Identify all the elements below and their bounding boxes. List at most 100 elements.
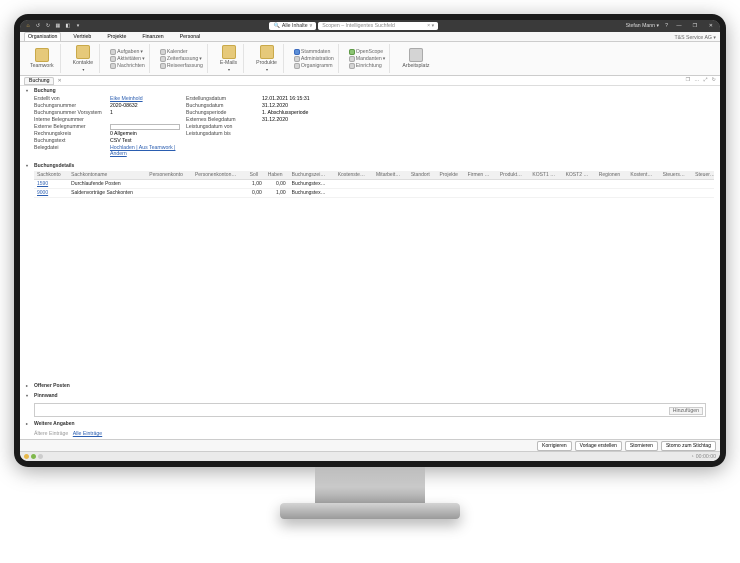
table-header[interactable]: Kostent… [627,171,659,180]
aufgaben-button[interactable]: Aufgaben ▾ [110,49,145,55]
status-dot-2[interactable] [31,454,36,459]
nachrichten-button[interactable]: Nachrichten [110,63,145,69]
table-header[interactable]: Regionen [596,171,628,180]
back-icon[interactable]: ↺ [34,23,42,29]
add-button[interactable]: Hinzufügen [669,407,703,415]
table-cell [408,189,437,198]
einrichtung-button[interactable]: Einrichtung [349,63,386,69]
form-label: Erstellt von [34,96,104,102]
table-cell [335,189,373,198]
table-cell: 1,00 [247,180,265,189]
aktivitaten-button[interactable]: Aktivitäten ▾ [110,56,145,62]
table-header[interactable]: Kostenste… [335,171,373,180]
table-cell [596,189,628,198]
travel-icon [160,63,166,69]
table-header[interactable]: Buchungszei… [289,171,335,180]
section-buchung[interactable]: Buchung [26,86,714,96]
section-pinnwand[interactable]: Pinnwand [26,391,714,401]
tool-icon-2[interactable]: … [694,77,699,84]
section-weitere[interactable]: Weitere Angaben [26,419,714,429]
table-header[interactable]: Soll [247,171,265,180]
table-header[interactable]: Sachkonto [34,171,68,180]
table-header[interactable]: Personenkonto [146,171,192,180]
pin-icon[interactable]: ◧ [64,23,72,29]
tool-icon-3[interactable]: ⤢ [703,77,707,84]
section-details[interactable]: Buchungsdetails [26,161,714,171]
section-offener[interactable]: Offener Posten [26,381,714,391]
table-cell [373,180,408,189]
table-header[interactable]: Projekte [437,171,465,180]
tab-vertrieb[interactable]: Vertrieb [69,32,95,41]
status-dot-3[interactable] [38,454,43,459]
mandanten-button[interactable]: Mandanten ▾ [349,56,386,62]
form-value [110,117,180,123]
table-header[interactable]: Haben [265,171,289,180]
table-header[interactable]: Mitarbeit… [373,171,408,180]
table-cell [563,180,596,189]
maximize-button[interactable]: ❐ [690,23,700,29]
emails-button[interactable]: E-Mails [218,45,239,72]
teamwork-button[interactable]: Teamwork [28,48,56,69]
minimize-button[interactable]: — [674,23,684,29]
stammdaten-button[interactable]: Stammdaten [294,49,334,55]
reiseerfassung-button[interactable]: Reiseerfassung [160,63,203,69]
status-dot-1[interactable] [24,454,29,459]
table-row[interactable]: 9000Saldenvorträge Sachkonten0,001,00Buc… [34,189,714,198]
forward-icon[interactable]: ↻ [44,23,52,29]
tool-icon-4[interactable]: ↻ [712,77,716,84]
home-icon[interactable]: ⌂ [24,23,32,29]
document-tab[interactable]: Buchung [24,77,54,85]
grid-icon[interactable]: ▦ [54,23,62,29]
user-menu[interactable]: Stefan Mann ▾ [626,23,659,29]
pinnwand-input[interactable]: Hinzufügen [34,403,706,417]
korrigieren-button[interactable]: Korrigieren [537,441,571,451]
tool-icon-1[interactable]: ❐ [686,77,691,84]
close-tab-icon[interactable]: ✕ [57,78,61,84]
administration-button[interactable]: Administration [294,56,334,62]
form-value[interactable]: Eike Meinhold [110,96,180,102]
org-icon [294,63,300,69]
dropdown-icon[interactable]: ▾ [74,23,82,29]
form-value [262,138,332,144]
search-input[interactable]: Scopen – Intelligentes Suchfeld × ▾ [318,22,438,30]
zeiterfassung-button[interactable]: Zeiterfassung ▾ [160,56,203,62]
tab-personal[interactable]: Personal [176,32,204,41]
table-header[interactable]: Personenkonton… [192,171,247,180]
vorlage-button[interactable]: Vorlage erstellen [575,441,622,451]
organigramm-button[interactable]: Organigramm [294,63,334,69]
openscope-button[interactable]: OpenScope [349,49,386,55]
table-header[interactable]: Steuers… [660,171,693,180]
stornieren-button[interactable]: Stornieren [625,441,658,451]
table-cell [497,180,530,189]
table-cell [627,189,659,198]
clear-icon[interactable]: × ▾ [427,23,434,29]
kontakte-button[interactable]: Kontakte [71,45,95,72]
company-selector[interactable]: T&S Service AG ▾ [674,35,716,41]
storno-stichtag-button[interactable]: Storno zum Stichtag [661,441,716,451]
tab-projekte[interactable]: Projekte [103,32,130,41]
kalender-button[interactable]: Kalender [160,49,203,55]
form-label [186,145,256,157]
tab-organisation[interactable]: Organisation [24,32,61,41]
table-cell: 1590 [34,180,68,189]
table-header[interactable]: Standort [408,171,437,180]
table-cell [146,189,192,198]
table-row[interactable]: 1590Durchlaufende Posten1,000,00Buchungs… [34,180,714,189]
produkte-button[interactable]: Produkte [254,45,279,72]
help-icon[interactable]: ? [665,23,668,29]
arbeitsplatz-button[interactable]: Arbeitsplatz [400,48,431,69]
table-header[interactable]: Steuer… [692,171,714,180]
table-header[interactable]: KOST2 … [563,171,596,180]
table-header[interactable]: Produkt… [497,171,530,180]
search-scope[interactable]: 🔍 Alle Inhalte ▿ [269,22,316,30]
table-header[interactable]: Firmen … [465,171,497,180]
table-header[interactable]: KOST1 … [529,171,562,180]
form-value[interactable]: Hochladen | Aus Teamwork | Ändern [110,145,180,157]
table-header[interactable]: Sachkontoname [68,171,146,180]
close-button[interactable]: ✕ [706,23,716,29]
form-value[interactable] [110,124,180,130]
tab-finanzen[interactable]: Finanzen [138,32,167,41]
all-entries-link[interactable]: Alle Einträge [73,431,102,437]
form-label: Buchungsnummer Vorsystem [34,110,104,116]
table-cell [437,189,465,198]
